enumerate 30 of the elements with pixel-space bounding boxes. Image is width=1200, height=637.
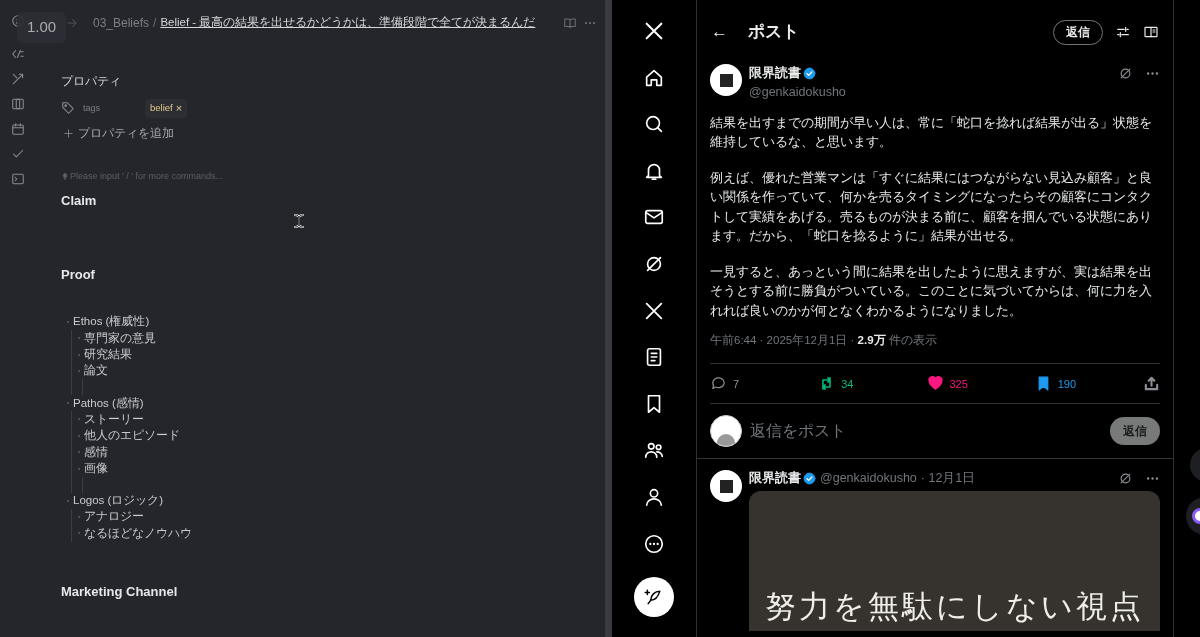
post-paragraph: 結果を出すまでの期間が早い人は、常に「蛇口を捻れば結果が出る」状態を維持しているな、と思います。 (710, 113, 1153, 151)
zoom-level-badge: 1.00 (17, 12, 67, 43)
outline-item: Logos (ロジック) (73, 493, 164, 509)
action-count: 190 (1057, 376, 1077, 392)
post-timestamp: 午前6:44 · 2025年12月1日 · 2.9万 件の表示 (710, 332, 1160, 365)
post-paragraph: 例えば、優れた営業マンは「すぐに結果にはつながらない見込み顧客」と良い関係を作っていて、何かを売るタイミングになったらその顧客にコンタクトして実績をあげる。売るものが決まる前に、顧客を掴んでいる状態にあります。だから、「蛇口を捻るように」結果が出せる。 (710, 168, 1153, 245)
outline-item: 他人のエピソード (84, 428, 180, 444)
section-heading: Proof (61, 265, 95, 284)
outline-item: Pathos (感情) (73, 395, 144, 411)
post-paragraph: 一見すると、あっという間に結果を出したように思えますが、実は結果を出そうとする前に勝負がついている。このことに気づいてからは、何に力を入れれば良いのかが何となくわかるようになりました。 (710, 262, 1153, 320)
page-title: ポスト (748, 21, 799, 44)
post-date: · 12月1日 (920, 469, 976, 487)
outline-item: 研究結果 (84, 346, 132, 362)
action-count: 34 (841, 376, 854, 392)
outline-item: 感情 (84, 444, 108, 460)
image-caption: 努力を無駄にしない視点 (765, 586, 1144, 626)
outline-item: アナロジー (84, 509, 144, 525)
property-label: tags (83, 101, 101, 115)
section-heading: Claim (61, 192, 97, 210)
outline-item: ストーリー (84, 411, 144, 427)
action-count: 325 (949, 376, 968, 392)
section-heading: Marketing Channel (61, 582, 178, 601)
properties-heading: プロパティ (61, 74, 121, 89)
outline-item: Ethos (権威性) (73, 314, 150, 330)
action-count: 7 (733, 376, 740, 392)
outline-item: 専門家の意見 (84, 330, 156, 346)
breadcrumb-separator: / (153, 15, 157, 32)
outline-item: なるほどなノウハウ (84, 525, 192, 542)
outline-item: 画像 (84, 460, 108, 476)
outline-item: 論文 (84, 363, 108, 379)
